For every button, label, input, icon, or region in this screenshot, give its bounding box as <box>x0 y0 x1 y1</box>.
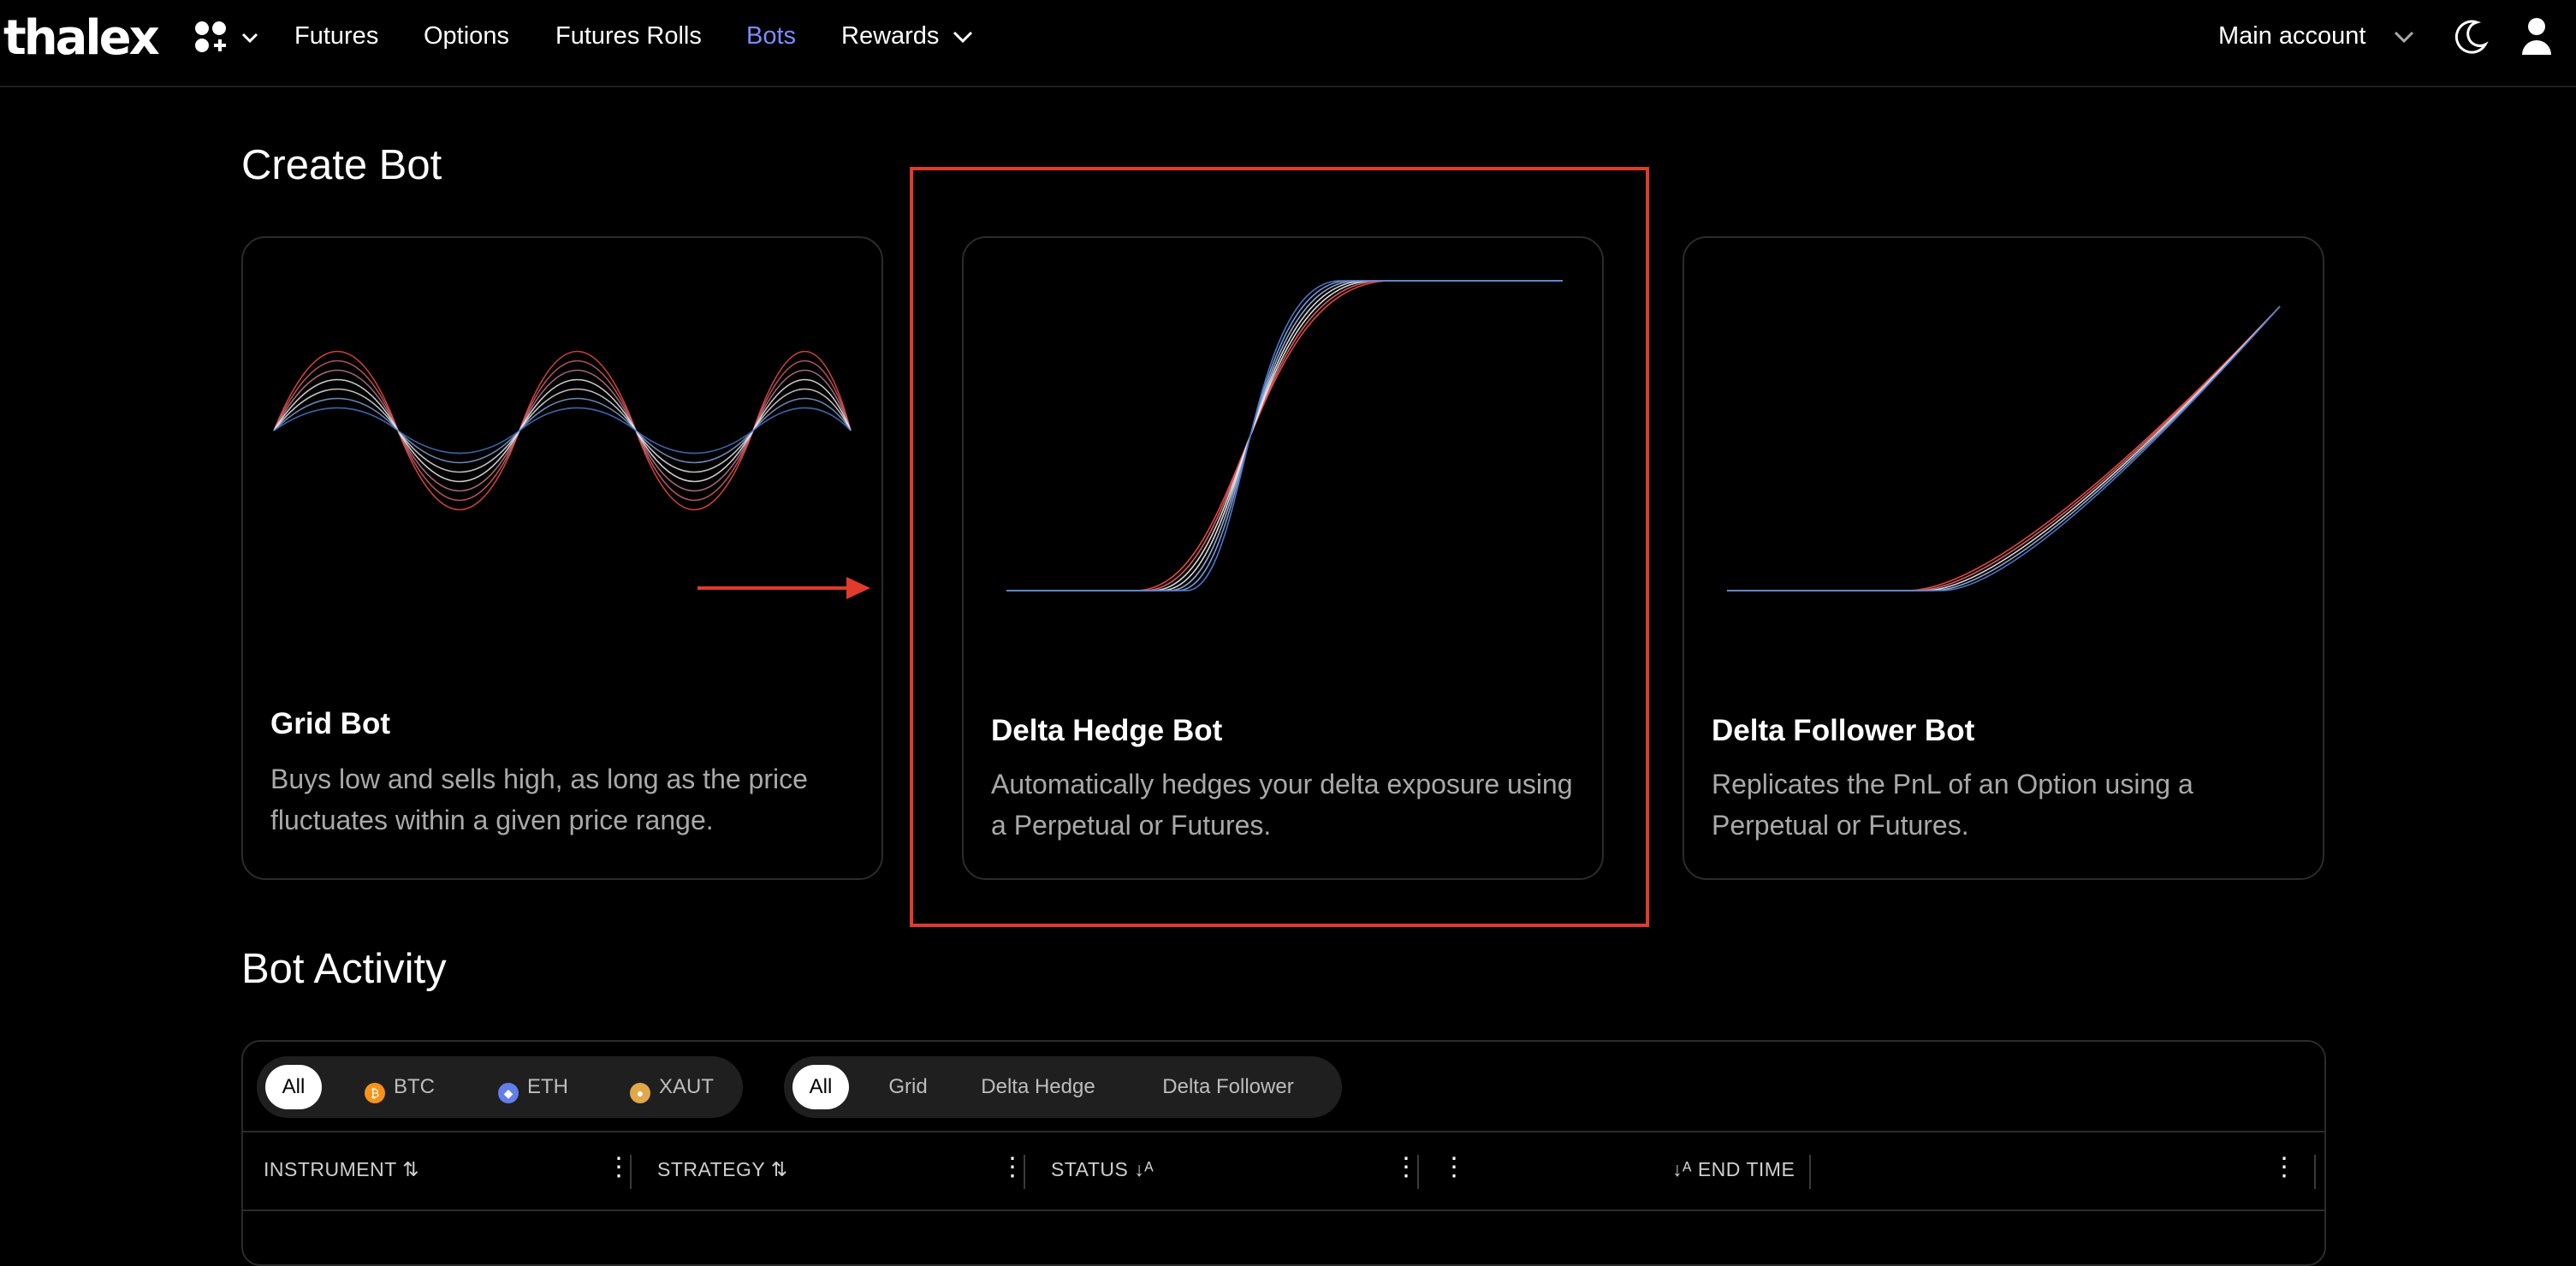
strategy-filter-group: All Grid Delta Hedge Delta Follower <box>784 1056 1342 1118</box>
sort-az-icon[interactable]: ↓ᴬ <box>1672 1158 1692 1180</box>
theme-toggle-moon-icon[interactable] <box>2451 17 2490 56</box>
column-menu-icon[interactable]: ⋮ <box>1441 1155 1467 1180</box>
logo[interactable]: thalex <box>3 10 160 66</box>
strategy-filter-grid[interactable]: Grid <box>870 1065 947 1109</box>
grid-bot-card[interactable]: Grid Bot Buys low and sells high, as lon… <box>241 236 883 880</box>
delta-follower-curve-illustration <box>1727 306 2281 591</box>
asset-filter-eth-label: ETH <box>527 1075 568 1098</box>
nav-rewards[interactable]: Rewards <box>841 22 939 51</box>
grid-bot-wave-illustration <box>273 350 852 511</box>
highlight-box <box>910 167 1649 927</box>
asset-filter-group: All ₿ BTC ◆ ETH ● XAUT <box>257 1056 743 1118</box>
column-resize-handle[interactable] <box>1417 1155 1419 1189</box>
column-menu-icon[interactable]: ⋮ <box>606 1155 632 1180</box>
strategy-filter-delta-follower[interactable]: Delta Follower <box>1130 1065 1327 1109</box>
column-strategy[interactable]: STRATEGY ⇅ <box>657 1158 788 1181</box>
column-menu-icon[interactable]: ⋮ <box>1000 1155 1025 1180</box>
chevron-down-icon[interactable] <box>952 29 974 46</box>
column-resize-handle[interactable] <box>1024 1155 1025 1189</box>
xaut-icon: ● <box>629 1083 650 1103</box>
nav-options[interactable]: Options <box>424 22 509 51</box>
asset-filter-eth[interactable]: ◆ ETH <box>486 1065 580 1109</box>
column-resize-handle[interactable] <box>2314 1155 2316 1189</box>
top-nav: thalex Futures Options Futures Rolls Bot… <box>0 0 2576 87</box>
delta-follower-bot-description: Replicates the PnL of an Option using a … <box>1712 769 2193 841</box>
strategy-filter-all[interactable]: All <box>792 1065 849 1109</box>
sort-icon[interactable]: ⇅ <box>771 1158 788 1180</box>
nav-bots[interactable]: Bots <box>746 22 796 51</box>
strategy-filter-delta-hedge[interactable]: Delta Hedge <box>965 1065 1111 1109</box>
column-resize-handle[interactable] <box>630 1155 632 1189</box>
apps-grid-icon <box>195 21 258 52</box>
delta-follower-bot-card[interactable]: Delta Follower Bot Replicates the PnL of… <box>1683 236 2324 880</box>
asset-filter-all[interactable]: All <box>265 1065 322 1109</box>
nav-futures[interactable]: Futures <box>294 22 378 51</box>
column-instrument-label: INSTRUMENT <box>264 1158 397 1180</box>
account-selector[interactable]: Main account <box>2218 22 2366 51</box>
nav-futures-rolls[interactable]: Futures Rolls <box>555 22 702 51</box>
column-status[interactable]: STATUS ↓ᴬ <box>1051 1158 1154 1181</box>
chevron-down-icon[interactable] <box>2393 29 2415 46</box>
column-strategy-label: STRATEGY <box>657 1158 765 1180</box>
asset-filter-btc-label: BTC <box>394 1075 435 1098</box>
arrow-annotation-icon <box>697 577 870 599</box>
sort-icon[interactable]: ⇅ <box>402 1158 419 1180</box>
column-end-time[interactable]: ↓ᴬ END TIME <box>1672 1158 1795 1181</box>
create-bot-heading: Create Bot <box>241 142 442 188</box>
bot-activity-panel: All ₿ BTC ◆ ETH ● XAUT All Grid Delta Hedge… <box>241 1040 2326 1266</box>
bot-activity-heading: Bot Activity <box>241 946 447 992</box>
column-menu-icon[interactable]: ⋮ <box>1393 1155 1419 1180</box>
user-profile-icon[interactable] <box>2520 15 2554 58</box>
delta-follower-bot-title: Delta Follower Bot <box>1712 714 1975 747</box>
asset-filter-xaut-label: XAUT <box>658 1075 714 1098</box>
apps-menu-button[interactable] <box>193 19 262 62</box>
sort-az-icon[interactable]: ↓ᴬ <box>1134 1158 1154 1180</box>
asset-filter-btc[interactable]: ₿ BTC <box>353 1065 447 1109</box>
column-status-label: STATUS <box>1051 1158 1129 1180</box>
grid-bot-title: Grid Bot <box>270 707 390 740</box>
column-end-time-label: END TIME <box>1697 1158 1795 1180</box>
column-resize-handle[interactable] <box>1809 1155 1811 1189</box>
asset-filter-xaut[interactable]: ● XAUT <box>616 1065 727 1109</box>
btc-icon: ₿ <box>365 1083 385 1103</box>
bot-table-header: INSTRUMENT ⇅ ⋮ STRATEGY ⇅ ⋮ STATUS ↓ᴬ ⋮ … <box>243 1131 2324 1211</box>
column-instrument[interactable]: INSTRUMENT ⇅ <box>264 1158 419 1181</box>
grid-bot-description: Buys low and sells high, as long as the … <box>270 764 808 835</box>
column-menu-icon[interactable]: ⋮ <box>2271 1155 2297 1180</box>
eth-icon: ◆ <box>498 1083 519 1103</box>
